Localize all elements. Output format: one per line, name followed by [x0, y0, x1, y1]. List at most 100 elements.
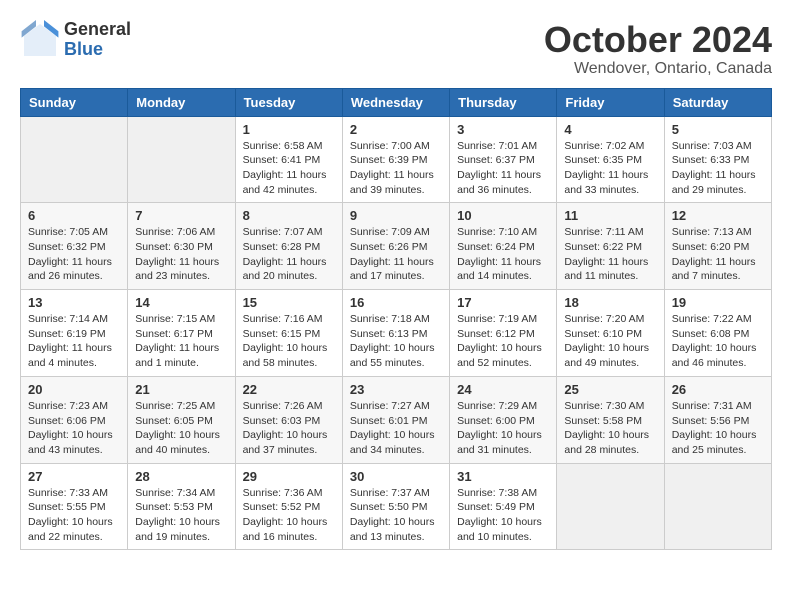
day-info: Sunrise: 7:18 AMSunset: 6:13 PMDaylight:… — [350, 312, 442, 371]
day-info: Sunrise: 7:19 AMSunset: 6:12 PMDaylight:… — [457, 312, 549, 371]
day-number: 2 — [350, 122, 442, 137]
day-header-friday: Friday — [557, 88, 664, 116]
day-number: 26 — [672, 382, 764, 397]
title-block: October 2024 Wendover, Ontario, Canada — [544, 20, 772, 78]
location: Wendover, Ontario, Canada — [544, 60, 772, 78]
calendar-cell: 9Sunrise: 7:09 AMSunset: 6:26 PMDaylight… — [342, 203, 449, 290]
calendar-cell: 19 Sunrise: 7:22 AMSunset: 6:08 PMDayligh… — [664, 290, 771, 377]
calendar-week-2: 6 Sunrise: 7:05 AMSunset: 6:32 PMDaylight… — [21, 203, 772, 290]
day-number: 20 — [28, 382, 120, 397]
calendar-cell: 21 Sunrise: 7:25 AMSunset: 6:05 PMDayligh… — [128, 376, 235, 463]
day-header-monday: Monday — [128, 88, 235, 116]
day-number: 7 — [135, 208, 227, 223]
day-number: 1 — [243, 122, 335, 137]
day-number: 11 — [564, 208, 656, 223]
day-number: 27 — [28, 469, 120, 484]
day-number: 10 — [457, 208, 549, 223]
day-info: Sunrise: 7:10 AMSunset: 6:24 PMDaylight:… — [457, 225, 549, 284]
day-header-saturday: Saturday — [664, 88, 771, 116]
calendar-cell: 7 Sunrise: 7:06 AMSunset: 6:30 PMDaylight… — [128, 203, 235, 290]
calendar-header-row: SundayMondayTuesdayWednesdayThursdayFrid… — [21, 88, 772, 116]
day-header-tuesday: Tuesday — [235, 88, 342, 116]
calendar-cell: 10 Sunrise: 7:10 AMSunset: 6:24 PMDayligh… — [450, 203, 557, 290]
day-number: 4 — [564, 122, 656, 137]
day-info: Sunrise: 7:27 AMSunset: 6:01 PMDaylight:… — [350, 399, 442, 458]
day-info: Sunrise: 7:23 AMSunset: 6:06 PMDaylight:… — [28, 399, 120, 458]
calendar-cell: 11Sunrise: 7:11 AMSunset: 6:22 PMDayligh… — [557, 203, 664, 290]
calendar-cell: 12Sunrise: 7:13 AMSunset: 6:20 PMDayligh… — [664, 203, 771, 290]
day-info: Sunrise: 7:29 AMSunset: 6:00 PMDaylight:… — [457, 399, 549, 458]
calendar-cell: 30 Sunrise: 7:37 AMSunset: 5:50 PMDayligh… — [342, 463, 449, 550]
day-info: Sunrise: 7:13 AMSunset: 6:20 PMDaylight:… — [672, 225, 764, 284]
calendar-cell: 24 Sunrise: 7:29 AMSunset: 6:00 PMDayligh… — [450, 376, 557, 463]
day-number: 31 — [457, 469, 549, 484]
calendar-cell: 3 Sunrise: 7:01 AMSunset: 6:37 PMDaylight… — [450, 116, 557, 203]
day-number: 17 — [457, 295, 549, 310]
calendar-cell — [128, 116, 235, 203]
logo-icon — [20, 20, 60, 60]
day-number: 3 — [457, 122, 549, 137]
day-number: 24 — [457, 382, 549, 397]
calendar-cell: 15Sunrise: 7:16 AMSunset: 6:15 PMDayligh… — [235, 290, 342, 377]
day-info: Sunrise: 7:09 AMSunset: 6:26 PMDaylight:… — [350, 225, 442, 284]
day-number: 18 — [564, 295, 656, 310]
day-number: 21 — [135, 382, 227, 397]
calendar-cell: 26Sunrise: 7:31 AMSunset: 5:56 PMDayligh… — [664, 376, 771, 463]
day-number: 25 — [564, 382, 656, 397]
day-number: 14 — [135, 295, 227, 310]
day-number: 16 — [350, 295, 442, 310]
day-info: Sunrise: 7:37 AMSunset: 5:50 PMDaylight:… — [350, 486, 442, 545]
logo-blue-text: Blue — [64, 40, 131, 60]
day-number: 28 — [135, 469, 227, 484]
day-info: Sunrise: 7:26 AMSunset: 6:03 PMDaylight:… — [243, 399, 335, 458]
calendar-cell: 18 Sunrise: 7:20 AMSunset: 6:10 PMDayligh… — [557, 290, 664, 377]
day-info: Sunrise: 7:02 AMSunset: 6:35 PMDaylight:… — [564, 139, 656, 198]
calendar-week-5: 27 Sunrise: 7:33 AMSunset: 5:55 PMDayligh… — [21, 463, 772, 550]
calendar-cell: 28 Sunrise: 7:34 AMSunset: 5:53 PMDayligh… — [128, 463, 235, 550]
day-info: Sunrise: 7:38 AMSunset: 5:49 PMDaylight:… — [457, 486, 549, 545]
day-number: 23 — [350, 382, 442, 397]
calendar-cell: 5Sunrise: 7:03 AMSunset: 6:33 PMDaylight… — [664, 116, 771, 203]
calendar-cell: 23 Sunrise: 7:27 AMSunset: 6:01 PMDayligh… — [342, 376, 449, 463]
day-info: Sunrise: 7:30 AMSunset: 5:58 PMDaylight:… — [564, 399, 656, 458]
logo: General Blue — [20, 20, 131, 60]
day-info: Sunrise: 7:01 AMSunset: 6:37 PMDaylight:… — [457, 139, 549, 198]
day-info: Sunrise: 7:22 AMSunset: 6:08 PMDaylight:… — [672, 312, 764, 371]
day-header-thursday: Thursday — [450, 88, 557, 116]
day-info: Sunrise: 7:05 AMSunset: 6:32 PMDaylight:… — [28, 225, 120, 284]
day-number: 5 — [672, 122, 764, 137]
logo-general: General — [64, 20, 131, 40]
day-info: Sunrise: 7:34 AMSunset: 5:53 PMDaylight:… — [135, 486, 227, 545]
calendar-cell: 16 Sunrise: 7:18 AMSunset: 6:13 PMDayligh… — [342, 290, 449, 377]
day-info: Sunrise: 6:58 AMSunset: 6:41 PMDaylight:… — [243, 139, 335, 198]
calendar-cell — [664, 463, 771, 550]
calendar-cell: 8 Sunrise: 7:07 AMSunset: 6:28 PMDaylight… — [235, 203, 342, 290]
day-header-sunday: Sunday — [21, 88, 128, 116]
page-header: General Blue October 2024 Wendover, Onta… — [20, 20, 772, 78]
calendar-cell: 4 Sunrise: 7:02 AMSunset: 6:35 PMDaylight… — [557, 116, 664, 203]
day-info: Sunrise: 7:07 AMSunset: 6:28 PMDaylight:… — [243, 225, 335, 284]
day-info: Sunrise: 7:25 AMSunset: 6:05 PMDaylight:… — [135, 399, 227, 458]
calendar-week-4: 20 Sunrise: 7:23 AMSunset: 6:06 PMDayligh… — [21, 376, 772, 463]
calendar-cell: 29 Sunrise: 7:36 AMSunset: 5:52 PMDayligh… — [235, 463, 342, 550]
day-info: Sunrise: 7:20 AMSunset: 6:10 PMDaylight:… — [564, 312, 656, 371]
day-number: 13 — [28, 295, 120, 310]
calendar-cell: 13 Sunrise: 7:14 AMSunset: 6:19 PMDayligh… — [21, 290, 128, 377]
day-info: Sunrise: 7:14 AMSunset: 6:19 PMDaylight:… — [28, 312, 120, 371]
day-info: Sunrise: 7:16 AMSunset: 6:15 PMDaylight:… — [243, 312, 335, 371]
day-number: 29 — [243, 469, 335, 484]
day-number: 6 — [28, 208, 120, 223]
calendar-cell — [21, 116, 128, 203]
calendar-cell: 17 Sunrise: 7:19 AMSunset: 6:12 PMDayligh… — [450, 290, 557, 377]
day-info: Sunrise: 7:33 AMSunset: 5:55 PMDaylight:… — [28, 486, 120, 545]
calendar-cell: 20 Sunrise: 7:23 AMSunset: 6:06 PMDayligh… — [21, 376, 128, 463]
day-info: Sunrise: 7:06 AMSunset: 6:30 PMDaylight:… — [135, 225, 227, 284]
day-info: Sunrise: 7:36 AMSunset: 5:52 PMDaylight:… — [243, 486, 335, 545]
day-number: 8 — [243, 208, 335, 223]
month-title: October 2024 — [544, 20, 772, 60]
day-number: 30 — [350, 469, 442, 484]
calendar-cell: 22Sunrise: 7:26 AMSunset: 6:03 PMDayligh… — [235, 376, 342, 463]
day-number: 19 — [672, 295, 764, 310]
calendar-week-3: 13 Sunrise: 7:14 AMSunset: 6:19 PMDayligh… — [21, 290, 772, 377]
logo-text: General Blue — [64, 20, 131, 60]
